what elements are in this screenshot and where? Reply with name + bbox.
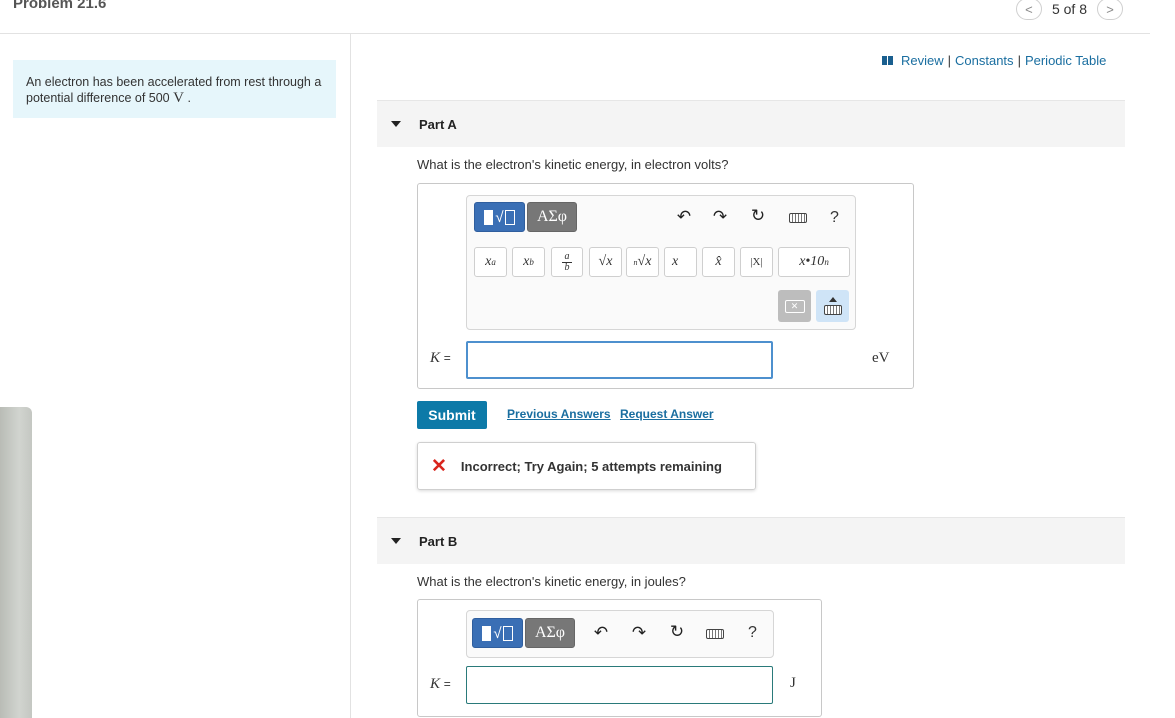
help-icon[interactable]: ? xyxy=(830,209,839,227)
feedback-text: Incorrect; Try Again; 5 attempts remaini… xyxy=(460,458,722,474)
templates-button[interactable]: √ xyxy=(472,618,523,648)
column-divider xyxy=(350,34,351,718)
redo-icon[interactable]: ↷ xyxy=(707,207,733,227)
background-photo xyxy=(0,407,32,718)
feedback-message: ✕ Incorrect; Try Again; 5 attempts remai… xyxy=(417,442,756,490)
superscript-button[interactable]: xa xyxy=(474,247,507,277)
unit-vector-button[interactable]: x̂ xyxy=(702,247,735,277)
pager-text: 5 of 8 xyxy=(1051,1,1087,17)
undo-icon[interactable]: ↶ xyxy=(671,207,697,227)
greek-symbols-button[interactable]: ΑΣφ xyxy=(527,202,577,232)
part-b-question: What is the electron's kinetic energy, i… xyxy=(417,574,686,589)
answer-variable-label: K = xyxy=(430,676,451,692)
undo-icon[interactable]: ↶ xyxy=(588,623,614,643)
part-b-answer-input[interactable] xyxy=(466,666,773,704)
submit-button[interactable]: Submit xyxy=(417,401,487,429)
part-b-label: Part B xyxy=(419,533,458,549)
constants-link[interactable]: Constants xyxy=(955,53,1014,68)
part-b-unit: J xyxy=(790,675,796,691)
arrow-up-icon xyxy=(828,297,837,302)
template-box-icon xyxy=(502,625,513,641)
part-b-header[interactable]: Part B xyxy=(377,517,1125,564)
problem-intro: An electron has been accelerated from re… xyxy=(13,60,336,118)
separator: | xyxy=(1017,53,1021,68)
greek-symbols-button[interactable]: ΑΣφ xyxy=(525,618,575,648)
error-x-icon: ✕ xyxy=(431,455,447,477)
square-root-button[interactable]: √x xyxy=(589,247,622,277)
backspace-icon: ✕ xyxy=(784,299,805,313)
absolute-value-button[interactable]: |X| xyxy=(740,247,773,277)
scientific-notation-button[interactable]: x•10 n xyxy=(778,247,850,277)
templates-button[interactable]: √ xyxy=(474,202,525,232)
fraction-button[interactable]: ab xyxy=(551,247,583,277)
template-block-icon xyxy=(484,209,494,225)
part-a-answer-input[interactable] xyxy=(466,341,773,379)
pager: < 5 of 8 > xyxy=(1015,0,1123,20)
keyboard-icon[interactable] xyxy=(706,629,724,639)
previous-answers-link[interactable]: Previous Answers xyxy=(507,407,611,421)
resource-links: Review | Constants | Periodic Table xyxy=(882,53,1106,68)
request-answer-link[interactable]: Request Answer xyxy=(620,407,714,421)
reset-icon[interactable]: ↻ xyxy=(664,622,690,642)
separator: | xyxy=(947,53,952,68)
collapse-caret-icon xyxy=(391,538,401,544)
book-icon xyxy=(882,56,893,65)
part-a-header[interactable]: Part A xyxy=(377,100,1125,147)
chevron-left-icon: < xyxy=(1025,1,1033,17)
chevron-right-icon: > xyxy=(1106,1,1114,17)
intro-unit: V xyxy=(173,90,184,106)
prev-problem-button[interactable]: < xyxy=(1015,0,1042,20)
next-problem-button[interactable]: > xyxy=(1097,0,1123,20)
part-a-label: Part A xyxy=(419,116,457,132)
reset-icon[interactable]: ↻ xyxy=(745,206,771,226)
keyboard-icon xyxy=(823,305,842,315)
vector-button[interactable]: x⃗ xyxy=(664,247,697,277)
keyboard-icon[interactable] xyxy=(789,213,807,223)
keyboard-toggle-button[interactable] xyxy=(816,290,849,322)
answer-variable-label: K = xyxy=(430,350,451,366)
subscript-button[interactable]: xb xyxy=(512,247,545,277)
nth-root-button[interactable]: n √x xyxy=(626,247,659,277)
radical-icon: √ xyxy=(495,208,504,226)
help-icon[interactable]: ? xyxy=(748,624,757,642)
template-box-icon xyxy=(504,209,515,225)
backspace-button[interactable]: ✕ xyxy=(778,290,811,322)
redo-icon[interactable]: ↷ xyxy=(626,623,652,643)
part-a-question: What is the electron's kinetic energy, i… xyxy=(417,157,729,172)
part-a-unit: eV xyxy=(872,350,890,366)
header-divider xyxy=(0,33,1150,34)
review-link[interactable]: Review xyxy=(901,53,944,68)
problem-title: Problem 21.6 xyxy=(13,0,107,12)
template-block-icon xyxy=(482,625,492,641)
radical-icon: √ xyxy=(493,624,502,642)
periodic-table-link[interactable]: Periodic Table xyxy=(1025,53,1106,68)
collapse-caret-icon xyxy=(391,121,401,127)
intro-period: . xyxy=(187,91,191,105)
